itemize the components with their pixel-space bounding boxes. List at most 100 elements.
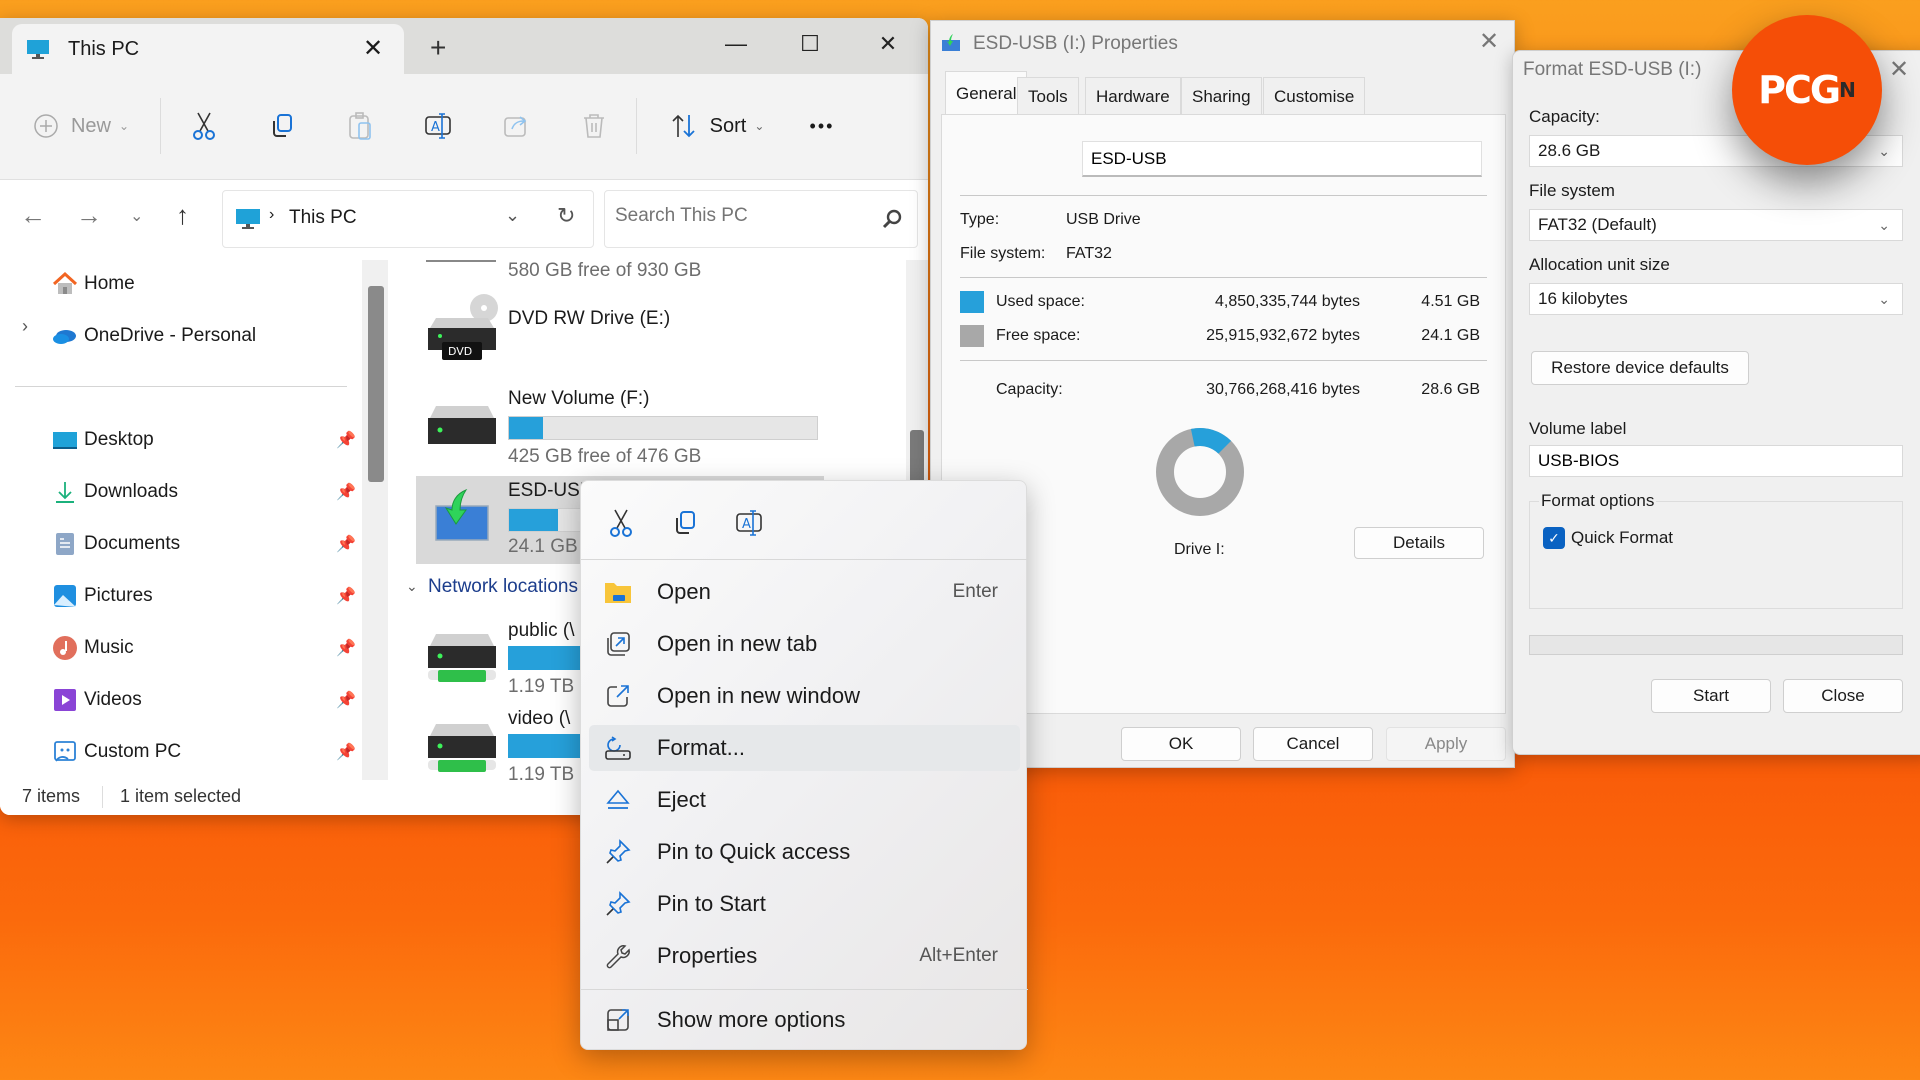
close-window-button[interactable]: ✕ [858, 24, 918, 64]
sidebar-item-documents[interactable]: Documents [52, 524, 180, 564]
delete-button[interactable] [576, 104, 612, 148]
drive-item-dvd[interactable]: DVD DVD RW Drive (E:) [388, 290, 858, 380]
sidebar-item-videos[interactable]: Videos [52, 680, 142, 720]
logo-superscript: N [1839, 78, 1856, 102]
drive-item-new-volume[interactable]: New Volume (F:) 425 GB free of 476 GB [388, 380, 858, 480]
drive-letter-label: Drive I: [1174, 541, 1225, 558]
start-button[interactable]: Start [1651, 679, 1771, 713]
restore-defaults-button[interactable]: Restore device defaults [1531, 351, 1749, 385]
menu-item-open[interactable]: Open Enter [589, 569, 1020, 615]
pictures-icon [54, 585, 76, 607]
pin-icon[interactable]: 📌 [336, 638, 356, 658]
pin-icon[interactable]: 📌 [336, 742, 356, 762]
usb-drive-icon [435, 488, 489, 541]
scrollbar-thumb[interactable] [368, 286, 384, 482]
file-system-select[interactable]: FAT32 (Default) ⌄ [1529, 209, 1903, 241]
sidebar-item-label: Custom PC [84, 741, 182, 762]
cancel-button[interactable]: Cancel [1253, 727, 1373, 761]
network-drive-icon [428, 634, 496, 682]
pin-icon[interactable]: 📌 [336, 430, 356, 450]
menu-item-label: Open [657, 579, 711, 604]
address-bar[interactable]: › This PC ⌄ ↻ [222, 190, 594, 248]
menu-item-properties[interactable]: Properties Alt+Enter [589, 933, 1020, 979]
paste-button[interactable] [342, 104, 378, 148]
address-history-button[interactable]: ⌄ [505, 205, 520, 226]
sidebar-item-downloads[interactable]: Downloads [52, 472, 178, 512]
new-button[interactable]: New ⌄ [26, 104, 136, 148]
menu-item-format[interactable]: Format... [589, 725, 1020, 771]
close-dialog-button[interactable]: ✕ [1889, 55, 1909, 84]
collapse-chevron-icon[interactable]: ⌄ [406, 578, 418, 595]
allocation-size-select[interactable]: 16 kilobytes ⌄ [1529, 283, 1903, 315]
network-locations-header[interactable]: Network locations [428, 576, 578, 598]
rename-button[interactable]: A [729, 503, 769, 543]
menu-item-pin-start[interactable]: Pin to Start [589, 881, 1020, 927]
wrench-icon [603, 941, 633, 971]
home-icon [52, 271, 78, 294]
share-button[interactable] [498, 104, 534, 148]
type-label: Type: [960, 211, 1000, 228]
tab-sharing[interactable]: Sharing [1181, 77, 1262, 115]
search-input[interactable] [615, 205, 865, 227]
menu-item-eject[interactable]: Eject [589, 777, 1020, 823]
rename-button[interactable]: A [420, 104, 456, 148]
refresh-button[interactable]: ↻ [557, 203, 575, 229]
quick-format-label[interactable]: Quick Format [1571, 528, 1673, 548]
search-box[interactable] [604, 190, 918, 248]
drive-label-input[interactable] [1082, 141, 1482, 177]
tab-general[interactable]: General [945, 71, 1028, 115]
usage-donut-chart [1156, 428, 1244, 516]
forward-button[interactable]: → [76, 200, 102, 231]
close-button[interactable]: Close [1783, 679, 1903, 713]
maximize-button[interactable]: ☐ [780, 24, 840, 64]
sidebar-scrollbar[interactable] [362, 260, 388, 780]
new-tab-button[interactable]: + [430, 32, 446, 64]
up-button[interactable]: ↑ [176, 200, 189, 231]
pin-icon[interactable]: 📌 [336, 586, 356, 606]
sidebar-item-label: OneDrive - Personal [84, 325, 257, 346]
menu-item-open-new-window[interactable]: Open in new window [589, 673, 1020, 719]
chevron-right-icon: › [269, 206, 275, 223]
minimize-button[interactable]: — [706, 24, 766, 64]
sidebar-item-desktop[interactable]: Desktop [52, 420, 154, 460]
sidebar-item-custom-pc[interactable]: Custom PC [52, 732, 181, 772]
usb-drive-icon [942, 34, 960, 51]
menu-item-pin-quick-access[interactable]: Pin to Quick access [589, 829, 1020, 875]
tab-tools[interactable]: Tools [1017, 77, 1079, 115]
sidebar-item-home[interactable]: Home [52, 264, 135, 304]
drive-size: 1.19 TB [508, 676, 575, 697]
format-options-group [1529, 501, 1903, 609]
menu-item-open-new-tab[interactable]: Open in new tab [589, 621, 1020, 667]
ok-button[interactable]: OK [1121, 727, 1241, 761]
tab-this-pc[interactable]: This PC ✕ [12, 24, 404, 74]
sidebar-item-pictures[interactable]: Pictures [52, 576, 153, 616]
close-tab-icon[interactable]: ✕ [358, 34, 388, 63]
network-item-video[interactable]: video (\ 1.19 TB [388, 698, 588, 788]
pin-icon[interactable]: 📌 [336, 534, 356, 554]
close-dialog-button[interactable]: ✕ [1479, 27, 1499, 56]
menu-item-label: Pin to Start [657, 891, 766, 916]
sidebar-item-music[interactable]: Music [52, 628, 134, 668]
menu-item-show-more-options[interactable]: Show more options [589, 997, 1020, 1043]
details-button[interactable]: Details [1354, 527, 1484, 559]
copy-button[interactable] [665, 503, 705, 543]
more-options-button[interactable]: ••• [800, 104, 844, 148]
recent-locations-button[interactable]: ⌄ [130, 206, 143, 226]
apply-button[interactable]: Apply [1386, 727, 1506, 761]
sort-button[interactable]: Sort ⌄ [662, 104, 772, 148]
pin-icon[interactable]: 📌 [336, 690, 356, 710]
copy-button[interactable] [264, 104, 300, 148]
expand-chevron-icon[interactable]: › [22, 316, 28, 337]
volume-label-input[interactable] [1529, 445, 1903, 477]
network-item-public[interactable]: public (\ 1.19 TB [388, 608, 588, 698]
used-space-gb: 4.51 GB [1421, 293, 1480, 310]
back-button[interactable]: ← [20, 200, 46, 231]
quick-format-checkbox[interactable]: ✓ [1543, 527, 1565, 549]
sidebar-item-onedrive[interactable]: OneDrive - Personal [52, 316, 256, 356]
item-count: 7 items [22, 786, 81, 806]
tab-customise[interactable]: Customise [1263, 77, 1366, 115]
tab-hardware[interactable]: Hardware [1085, 77, 1181, 115]
cut-button[interactable] [601, 503, 641, 543]
pin-icon[interactable]: 📌 [336, 482, 356, 502]
cut-button[interactable] [186, 104, 222, 148]
